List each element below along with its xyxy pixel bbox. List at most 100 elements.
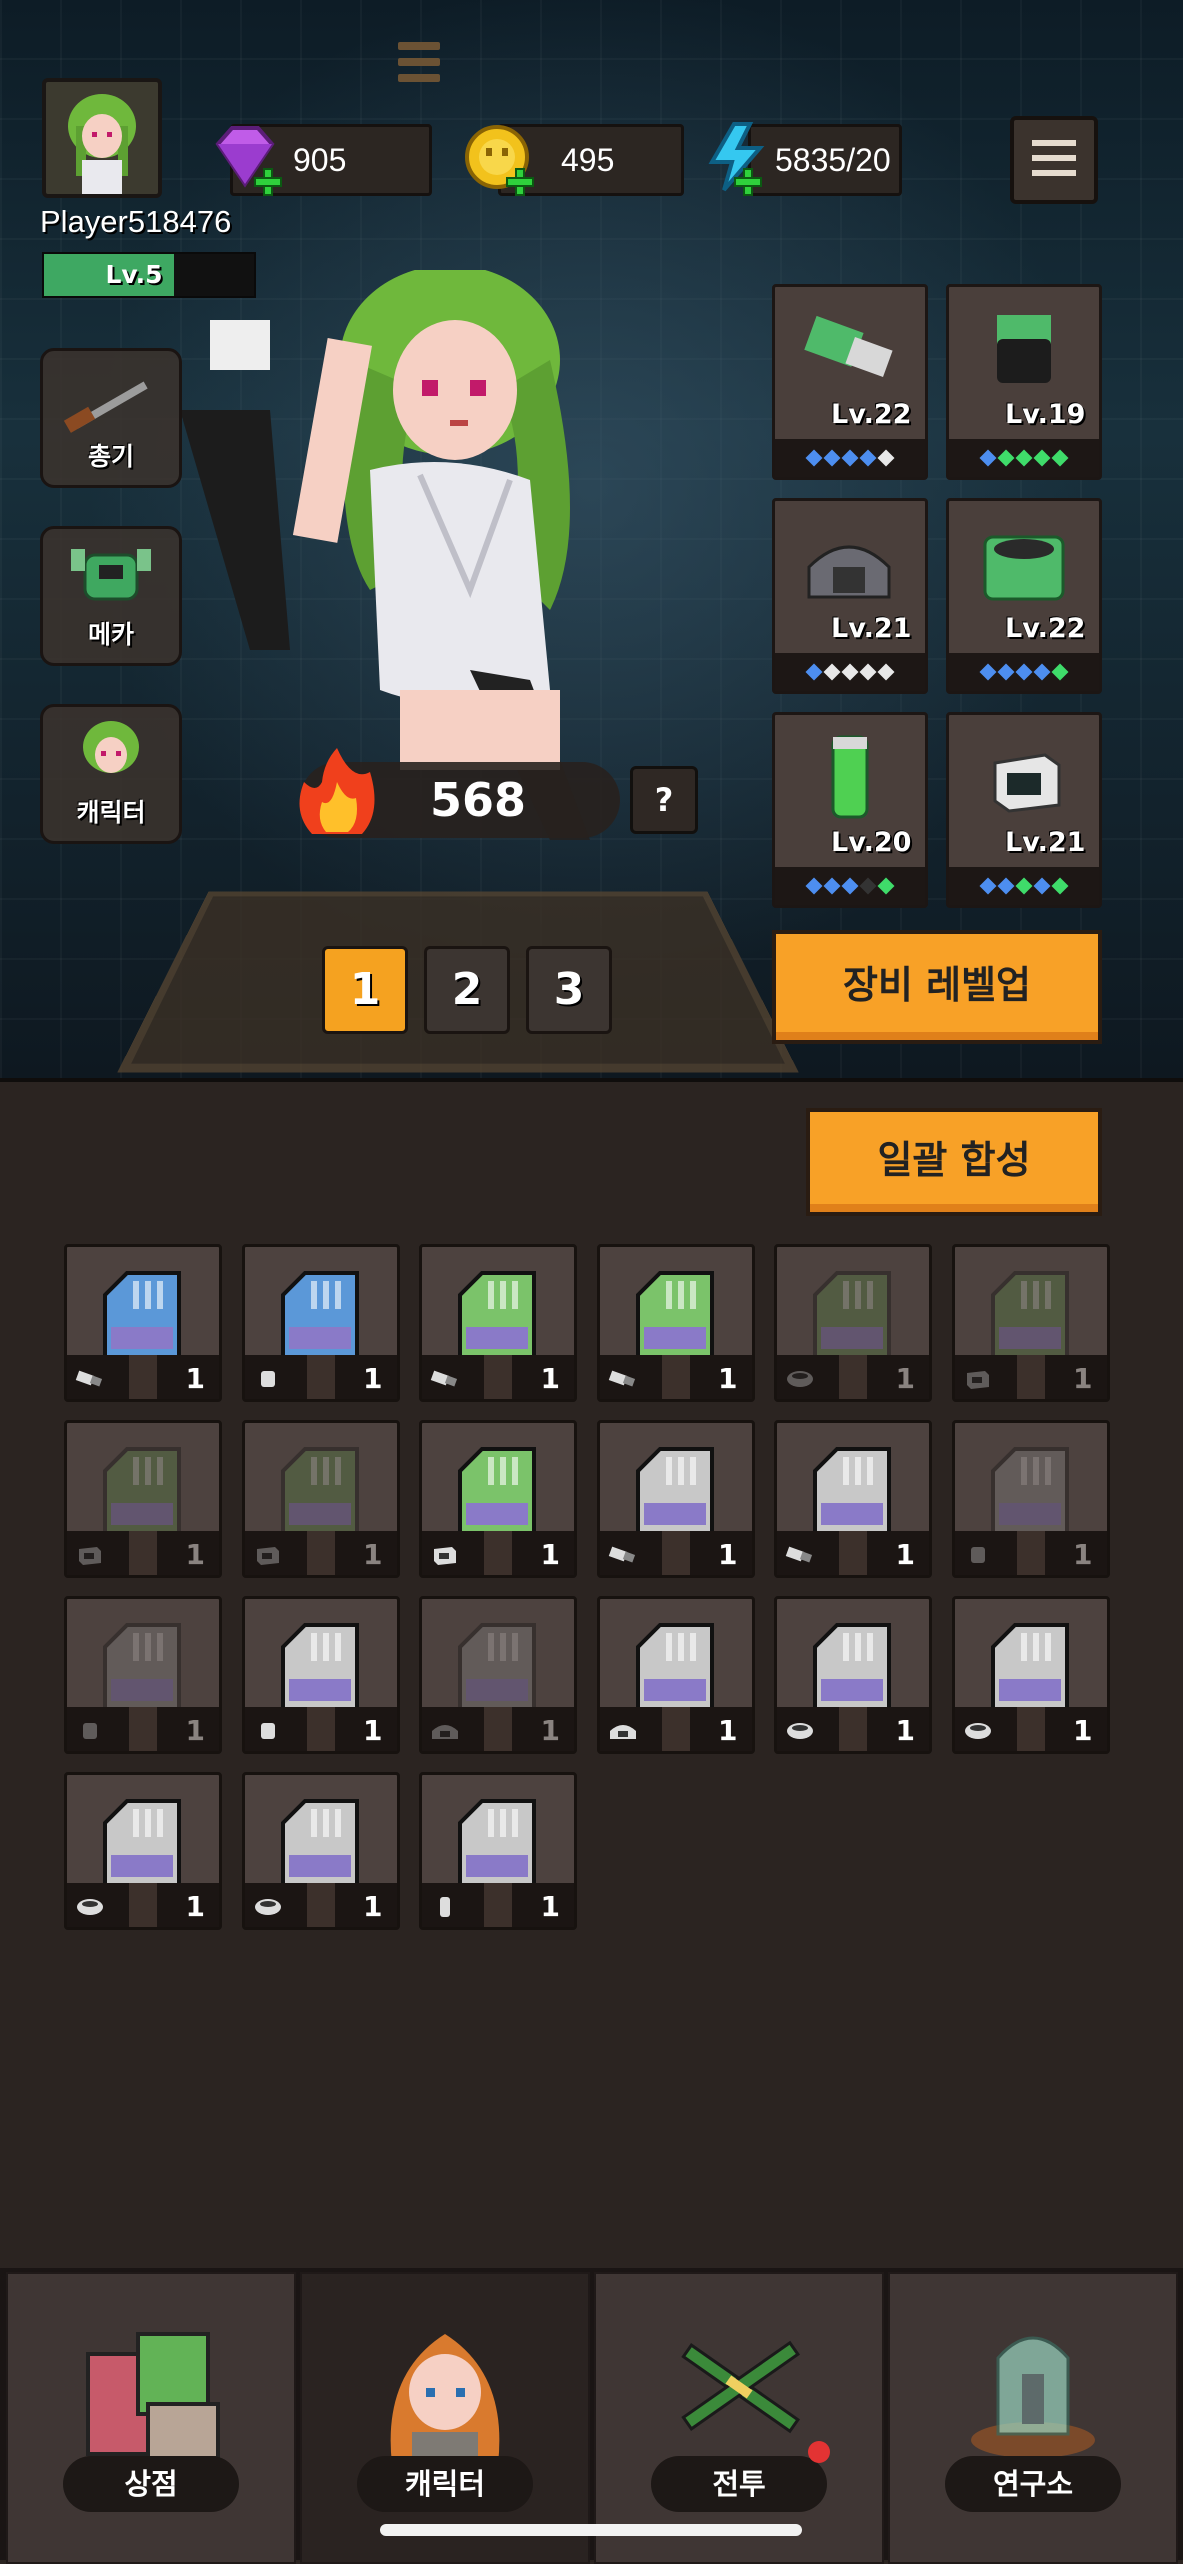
item-footer-slot	[129, 1355, 157, 1399]
equip-slot-canister[interactable]: Lv.19	[946, 284, 1102, 480]
nav-tab-lab[interactable]: 연구소	[888, 2272, 1178, 2564]
rank-gem-icon	[997, 663, 1015, 681]
inventory-item[interactable]: 1	[64, 1596, 222, 1754]
main-menu-button[interactable]	[1010, 116, 1098, 204]
combat-power-value: 568	[430, 773, 527, 827]
rank-gem-icon	[1051, 449, 1069, 467]
item-count: 1	[718, 1362, 738, 1395]
nav-tab-character[interactable]: 캐릭터	[300, 2272, 590, 2564]
inventory-item[interactable]: 1	[241, 1596, 400, 1754]
inventory-item[interactable]: 1	[596, 1420, 755, 1578]
side-menu-character[interactable]: 캐릭터	[40, 704, 182, 844]
equip-slot-barrel[interactable]: Lv.22	[772, 284, 928, 480]
inventory-item[interactable]: 1	[774, 1420, 932, 1578]
side-menu-mecha-label: 메카	[87, 620, 134, 649]
item-count: 1	[185, 1890, 205, 1923]
rank-gem-icon	[805, 449, 823, 467]
inventory-item[interactable]: 1	[419, 1772, 577, 1930]
item-count: 1	[540, 1890, 560, 1923]
item-count: 1	[185, 1362, 205, 1395]
item-count: 1	[718, 1714, 738, 1747]
home-indicator[interactable]	[380, 2524, 802, 2536]
item-count: 1	[1073, 1538, 1093, 1571]
scene-divider	[0, 1078, 1183, 1082]
helmet-part-icon	[807, 545, 891, 599]
crossed-rifles-icon	[681, 2340, 800, 2434]
inventory-item[interactable]: 1	[64, 1420, 222, 1578]
inventory-item[interactable]: 1	[241, 1244, 400, 1402]
item-footer-slot	[839, 1355, 867, 1399]
item-footer-slot	[1016, 1355, 1045, 1399]
item-count: 1	[540, 1714, 560, 1747]
item-footer-slot	[484, 1707, 512, 1751]
item-count: 1	[1073, 1362, 1093, 1395]
box-type-icon	[256, 1547, 279, 1565]
inventory-item[interactable]: 1	[774, 1596, 932, 1754]
equipment-level-up-button[interactable]: 장비 레벨업	[772, 930, 1102, 1044]
preset-tab-1[interactable]: 1	[322, 946, 408, 1034]
inventory-item[interactable]: 1	[241, 1772, 400, 1930]
rank-gem-icon	[841, 449, 859, 467]
rank-gem-icon	[805, 663, 823, 681]
box-type-icon	[79, 1547, 101, 1565]
inventory-item[interactable]: 1	[64, 1772, 222, 1930]
side-menu-mecha[interactable]: 메카	[40, 526, 182, 666]
rank-gem-icon	[841, 663, 859, 681]
add-gold-icon[interactable]	[506, 168, 534, 196]
inventory-item[interactable]: 1	[951, 1596, 1110, 1754]
inventory-item[interactable]: 1	[64, 1244, 222, 1402]
chip-icon	[635, 1447, 714, 1533]
preset-tab-2[interactable]: 2	[424, 946, 510, 1034]
item-footer-slot	[1016, 1707, 1045, 1751]
rank-gem-icon	[1033, 877, 1051, 895]
chip-icon	[990, 1447, 1069, 1533]
nav-tab-shop[interactable]: 상점	[6, 2272, 296, 2564]
equip-slot-cylinder[interactable]: Lv.20	[772, 712, 928, 908]
preset-tab-3[interactable]: 3	[526, 946, 612, 1034]
inventory-item[interactable]: 1	[241, 1420, 400, 1578]
chip-icon	[635, 1271, 714, 1357]
nav-tab-battle[interactable]: 전투	[594, 2272, 884, 2564]
flame-icon	[299, 748, 375, 834]
combat-power-help-button[interactable]: ?	[630, 766, 698, 834]
hamburger-line	[1032, 155, 1076, 161]
cylinder-part-icon	[831, 735, 869, 819]
chip-icon	[635, 1623, 714, 1709]
player-avatar[interactable]	[42, 78, 162, 198]
item-count: 1	[363, 1890, 383, 1923]
chip-icon	[280, 1271, 359, 1357]
inventory-item[interactable]: 1	[596, 1244, 755, 1402]
inventory-item[interactable]: 1	[596, 1596, 755, 1754]
item-count: 1	[363, 1714, 383, 1747]
equip-level: Lv.21	[1005, 827, 1086, 858]
rank-gem-icon	[1051, 877, 1069, 895]
inventory-item[interactable]: 1	[951, 1420, 1110, 1578]
item-count: 1	[363, 1538, 383, 1571]
bulk-merge-button[interactable]: 일괄 합성	[806, 1108, 1102, 1216]
rank-gem-icon	[1051, 663, 1069, 681]
equip-slot-box[interactable]: Lv.21	[946, 712, 1102, 908]
inventory-item[interactable]: 1	[774, 1244, 932, 1402]
hamburger-line	[1032, 170, 1076, 176]
inventory-item[interactable]: 1	[419, 1420, 577, 1578]
item-footer-slot	[484, 1355, 512, 1399]
inventory-item[interactable]: 1	[419, 1244, 577, 1402]
equip-slot-helmet[interactable]: Lv.21	[772, 498, 928, 694]
inventory-item[interactable]: 1	[419, 1596, 577, 1754]
character-sprite[interactable]	[170, 270, 730, 970]
inventory-item[interactable]: 1	[951, 1244, 1110, 1402]
equip-slot-ring[interactable]: Lv.22	[946, 498, 1102, 694]
side-menu-gun[interactable]: 총기	[40, 348, 182, 488]
add-energy-icon[interactable]	[734, 168, 762, 196]
rank-gem-icon	[823, 663, 841, 681]
item-footer-slot	[661, 1355, 690, 1399]
rank-gem-icon	[979, 663, 997, 681]
shop-crates-icon	[86, 2332, 220, 2460]
box-type-icon	[966, 1371, 989, 1389]
chip-icon	[103, 1799, 181, 1885]
equip-level: Lv.22	[831, 399, 912, 430]
add-gem-icon[interactable]	[254, 168, 282, 196]
character-portrait-icon	[390, 2334, 500, 2464]
chip-icon	[813, 1271, 891, 1357]
nav-tab-lab-label: 연구소	[945, 2456, 1121, 2512]
